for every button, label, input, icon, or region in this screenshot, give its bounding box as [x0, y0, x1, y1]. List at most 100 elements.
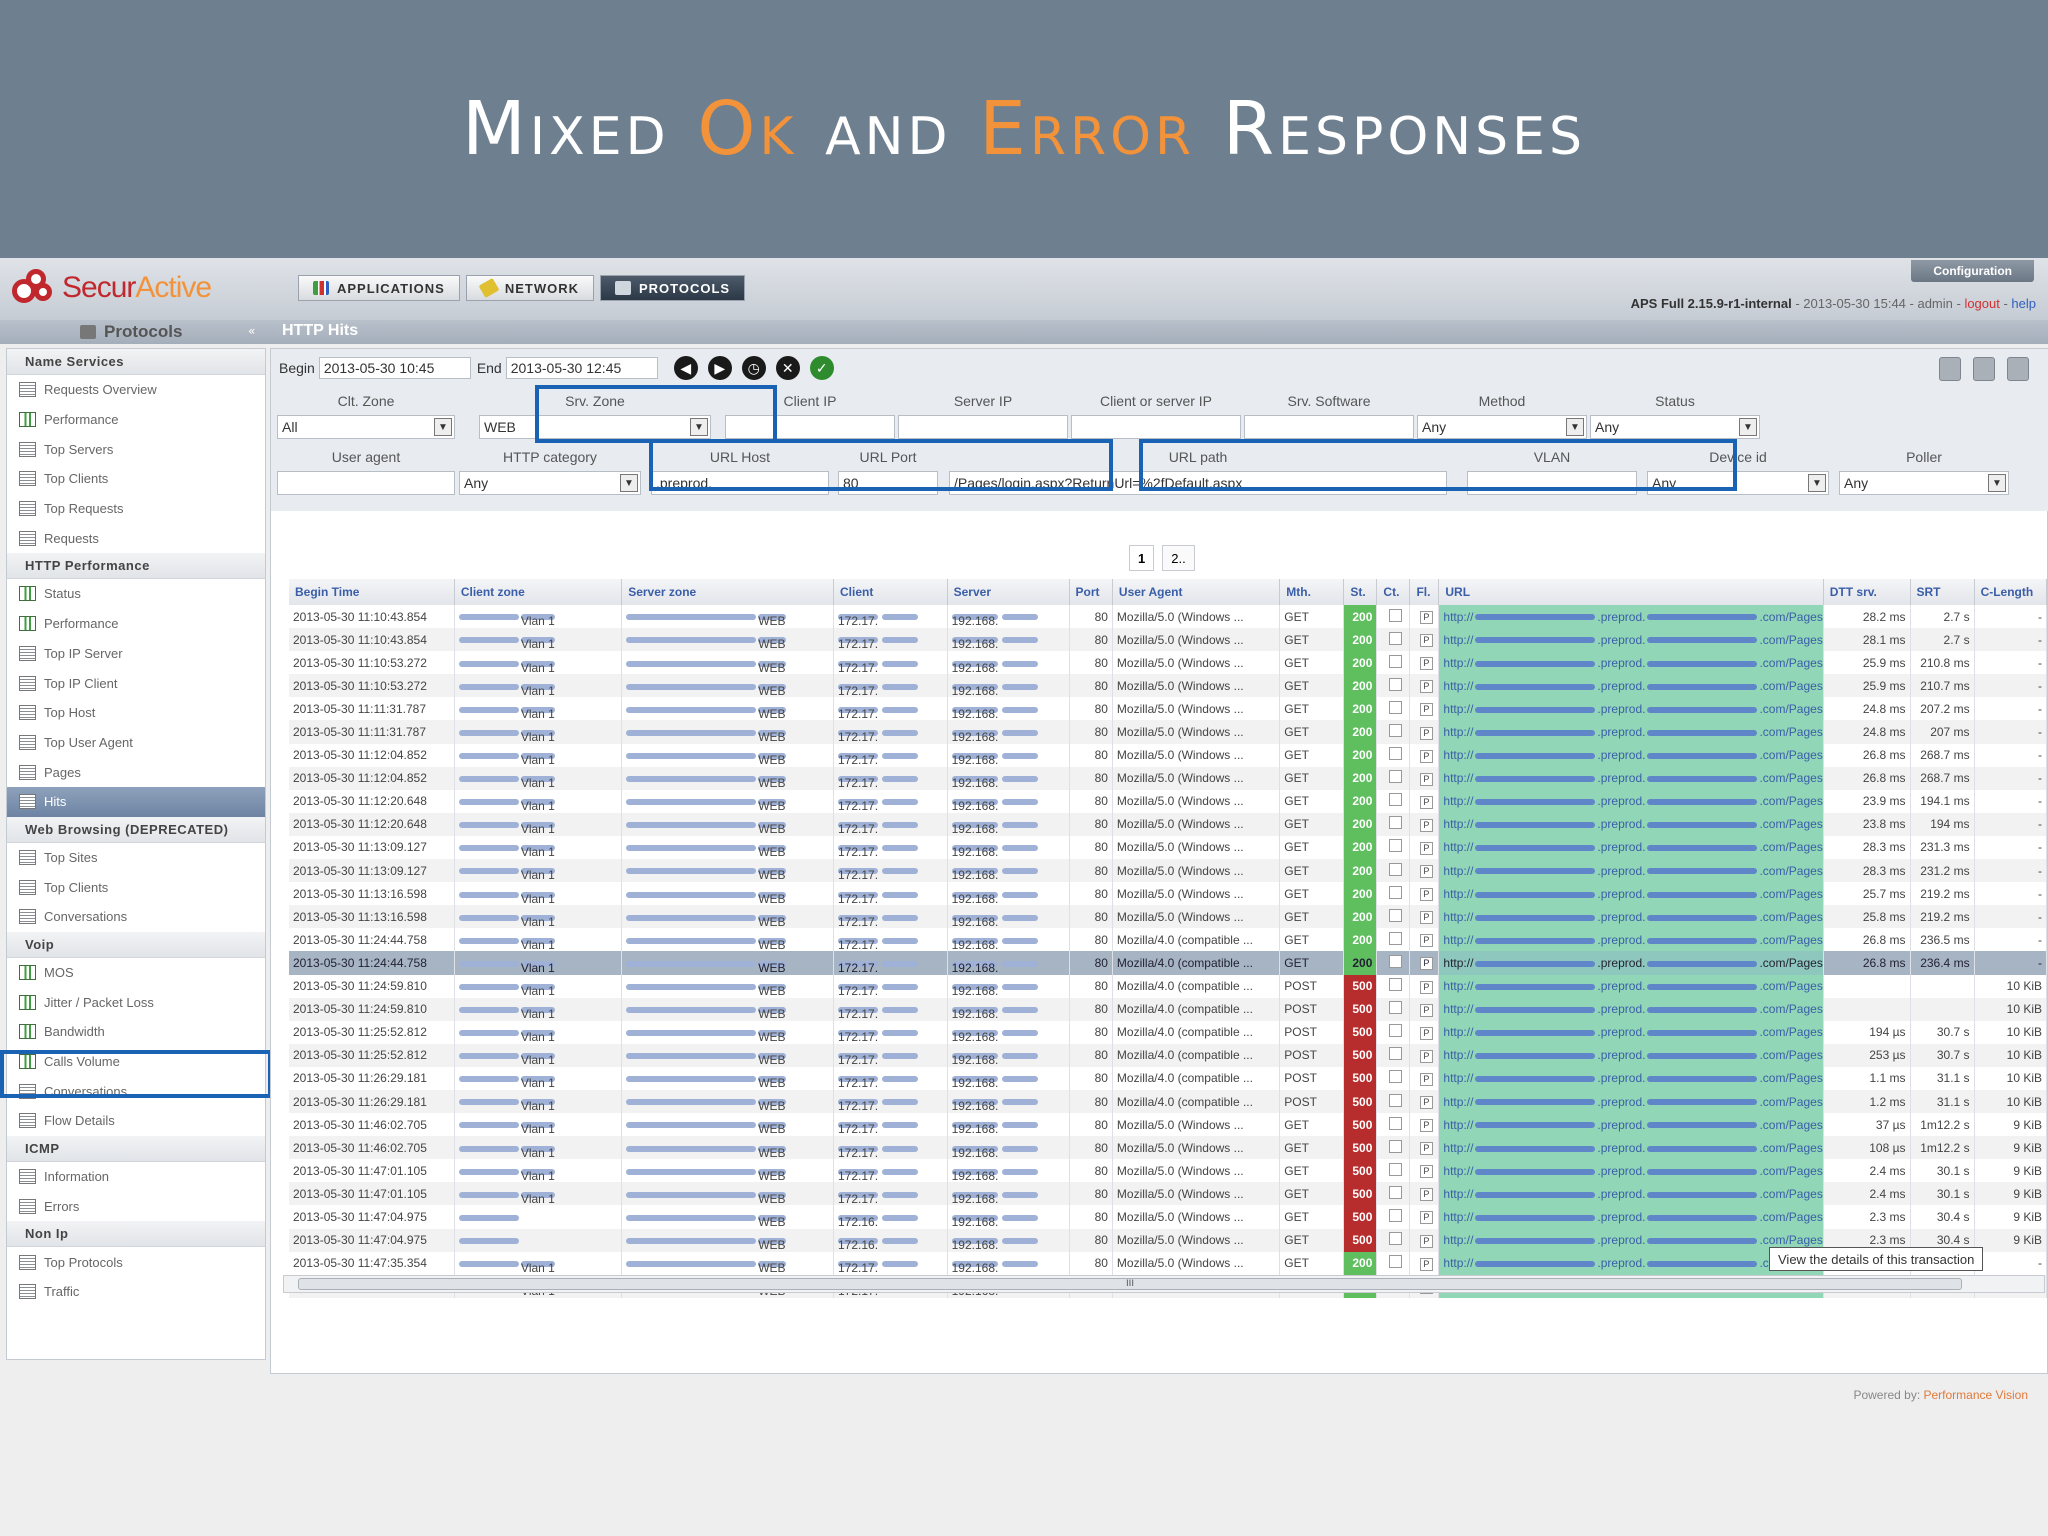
clear-button[interactable]: ✕: [775, 356, 800, 380]
url-cell[interactable]: http://.preprod..com/Pages/logi: [1438, 1136, 1824, 1160]
horizontal-scrollbar[interactable]: III: [283, 1275, 2045, 1293]
sidebar-item-pages[interactable]: Pages: [7, 757, 265, 787]
table-row[interactable]: 2013-05-30 11:12:04.852 Vlan 1 WEB 172.17. 1…: [289, 743, 2048, 767]
column-header-client-zone[interactable]: Client zone: [454, 579, 623, 605]
flow-cell[interactable]: P: [1409, 859, 1440, 883]
url-cell[interactable]: http://.preprod..com/Pages/logi: [1438, 1020, 1824, 1044]
column-header-ct[interactable]: Ct.: [1376, 579, 1411, 605]
table-row[interactable]: 2013-05-30 11:26:29.181 Vlan 1 WEB 172.17. 1…: [289, 1066, 2048, 1090]
table-row[interactable]: 2013-05-30 11:25:52.812 Vlan 1 WEB 172.17. 1…: [289, 1020, 2048, 1044]
column-header-client[interactable]: Client: [833, 579, 948, 605]
filter-method-select[interactable]: Any ▼: [1417, 415, 1587, 439]
chevron-down-icon[interactable]: ▼: [1739, 418, 1757, 436]
table-row[interactable]: 2013-05-30 11:26:29.181 Vlan 1 WEB 172.17. 1…: [289, 1089, 2048, 1114]
flow-details-icon[interactable]: P: [1419, 1142, 1433, 1156]
column-header-srt[interactable]: SRT: [1910, 579, 1975, 605]
url-cell[interactable]: http://.preprod..com/Pages/logi: [1438, 859, 1824, 883]
url-cell[interactable]: http://.preprod..com/Pages/logi: [1438, 1043, 1824, 1067]
flow-cell[interactable]: P: [1409, 1182, 1440, 1206]
url-cell[interactable]: http://.preprod..com/Pages/logi: [1438, 997, 1824, 1021]
sidebar-item-jitter-packet-loss[interactable]: Jitter / Packet Loss: [7, 987, 265, 1017]
sidebar-item-hits[interactable]: Hits: [7, 786, 265, 817]
flow-cell[interactable]: P: [1409, 1205, 1440, 1229]
sidebar-item-conversations[interactable]: Conversations: [7, 902, 265, 932]
flow-details-icon[interactable]: P: [1419, 772, 1433, 786]
table-row[interactable]: 2013-05-30 11:13:09.127 Vlan 1 WEB 172.17. 1…: [289, 835, 2048, 860]
flow-details-icon[interactable]: P: [1419, 1234, 1433, 1248]
table-row[interactable]: 2013-05-30 11:46:02.705 Vlan 1 WEB 172.17. 1…: [289, 1113, 2048, 1137]
next-period-button[interactable]: ▶: [707, 356, 732, 380]
filter-server-ip-input[interactable]: [898, 415, 1068, 439]
flow-cell[interactable]: P: [1409, 882, 1440, 906]
url-cell[interactable]: http://.preprod..com/Pages/logi: [1438, 720, 1824, 744]
flow-cell[interactable]: P: [1409, 1066, 1440, 1090]
flow-details-icon[interactable]: P: [1419, 980, 1433, 994]
chevron-down-icon[interactable]: ▼: [620, 474, 638, 492]
url-cell[interactable]: http://.preprod..com/Pages/logi: [1438, 1089, 1824, 1114]
collapse-sidebar-icon[interactable]: «: [248, 324, 255, 338]
url-cell[interactable]: http://.preprod..com/Pages/logi: [1438, 1205, 1824, 1229]
flow-details-icon[interactable]: P: [1419, 657, 1433, 671]
sidebar-item-performance[interactable]: Performance: [7, 609, 265, 639]
sidebar-item-flow-details[interactable]: Flow Details: [7, 1106, 265, 1136]
page-next-button[interactable]: 2..: [1162, 545, 1195, 571]
flow-cell[interactable]: P: [1409, 997, 1440, 1021]
chevron-down-icon[interactable]: ▼: [434, 418, 452, 436]
flow-cell[interactable]: P: [1409, 1113, 1440, 1137]
sidebar-item-information[interactable]: Information: [7, 1162, 265, 1192]
flow-details-icon[interactable]: P: [1419, 911, 1433, 925]
filter-status-select[interactable]: Any ▼: [1590, 415, 1760, 439]
table-row[interactable]: 2013-05-30 11:11:31.787 Vlan 1 WEB 172.17. 1…: [289, 720, 2048, 744]
url-cell[interactable]: http://.preprod..com/Pages/logi: [1438, 628, 1824, 652]
url-cell[interactable]: http://.preprod..com/Pages/logi: [1438, 1251, 1824, 1275]
sidebar-item-mos[interactable]: MOS: [7, 958, 265, 988]
tab-applications[interactable]: APPLICATIONS: [298, 275, 460, 301]
url-cell[interactable]: http://.preprod..com/Pages/logi: [1438, 1113, 1824, 1137]
sidebar-item-requests-overview[interactable]: Requests Overview: [7, 375, 265, 405]
table-row[interactable]: 2013-05-30 11:10:43.854 Vlan 1 WEB 172.17. 1…: [289, 628, 2048, 652]
flow-details-icon[interactable]: P: [1419, 841, 1433, 855]
flow-details-icon[interactable]: P: [1419, 1165, 1433, 1179]
sidebar-item-top-host[interactable]: Top Host: [7, 698, 265, 728]
flow-cell[interactable]: P: [1409, 1020, 1440, 1044]
flow-cell[interactable]: P: [1409, 720, 1440, 744]
logout-link[interactable]: logout: [1964, 296, 1999, 311]
begin-time-input[interactable]: 2013-05-30 10:45: [318, 357, 471, 379]
flow-details-icon[interactable]: P: [1419, 726, 1433, 740]
table-row[interactable]: 2013-05-30 11:13:16.598 Vlan 1 WEB 172.17. 1…: [289, 882, 2048, 906]
flow-cell[interactable]: P: [1409, 951, 1440, 975]
url-cell[interactable]: http://.preprod..com/Pages/logi: [1438, 743, 1824, 767]
table-row[interactable]: 2013-05-30 11:24:44.758 Vlan 1 WEB 172.17. 1…: [289, 928, 2048, 952]
table-row[interactable]: 2013-05-30 11:13:16.598 Vlan 1 WEB 172.17. 1…: [289, 905, 2048, 929]
url-cell[interactable]: http://.preprod..com/Pages/logi: [1438, 766, 1824, 790]
table-row[interactable]: 2013-05-30 11:47:01.105 Vlan 1 WEB 172.17. 1…: [289, 1159, 2048, 1183]
column-header-url[interactable]: URL: [1438, 579, 1824, 605]
pdf-export-icon[interactable]: [1939, 357, 1961, 381]
page-1-button[interactable]: 1: [1129, 545, 1155, 571]
sidebar-item-top-clients[interactable]: Top Clients: [7, 464, 265, 494]
flow-cell[interactable]: P: [1409, 1089, 1440, 1114]
flow-details-icon[interactable]: P: [1419, 1049, 1433, 1063]
flow-details-icon[interactable]: P: [1419, 1003, 1433, 1017]
tab-network[interactable]: NETWORK: [465, 275, 594, 301]
csv-export-icon[interactable]: [2007, 357, 2029, 381]
apply-button[interactable]: ✓: [809, 356, 834, 380]
flow-cell[interactable]: P: [1409, 905, 1440, 929]
chevron-down-icon[interactable]: ▼: [1566, 418, 1584, 436]
flow-cell[interactable]: P: [1409, 628, 1440, 652]
url-cell[interactable]: http://.preprod..com/Pages/logi: [1438, 605, 1824, 629]
table-row[interactable]: 2013-05-30 11:12:20.648 Vlan 1 WEB 172.17. 1…: [289, 812, 2048, 836]
flow-cell[interactable]: P: [1409, 1043, 1440, 1067]
chevron-down-icon[interactable]: ▼: [1988, 474, 2006, 492]
column-header-begin-time[interactable]: Begin Time: [289, 579, 455, 605]
url-cell[interactable]: http://.preprod..com/Pages/logi: [1438, 789, 1824, 813]
flow-details-icon[interactable]: P: [1419, 888, 1433, 902]
filter-srv-software-input[interactable]: [1244, 415, 1414, 439]
flow-details-icon[interactable]: P: [1419, 1026, 1433, 1040]
url-cell[interactable]: http://.preprod..com/Pages/logi: [1438, 697, 1824, 721]
sidebar-item-top-user-agent[interactable]: Top User Agent: [7, 728, 265, 758]
flow-details-icon[interactable]: P: [1419, 818, 1433, 832]
table-row[interactable]: 2013-05-30 11:25:52.812 Vlan 1 WEB 172.17. 1…: [289, 1043, 2048, 1067]
sidebar-item-status[interactable]: Status: [7, 579, 265, 609]
table-row[interactable]: 2013-05-30 11:24:59.810 Vlan 1 WEB 172.17. 1…: [289, 997, 2048, 1021]
